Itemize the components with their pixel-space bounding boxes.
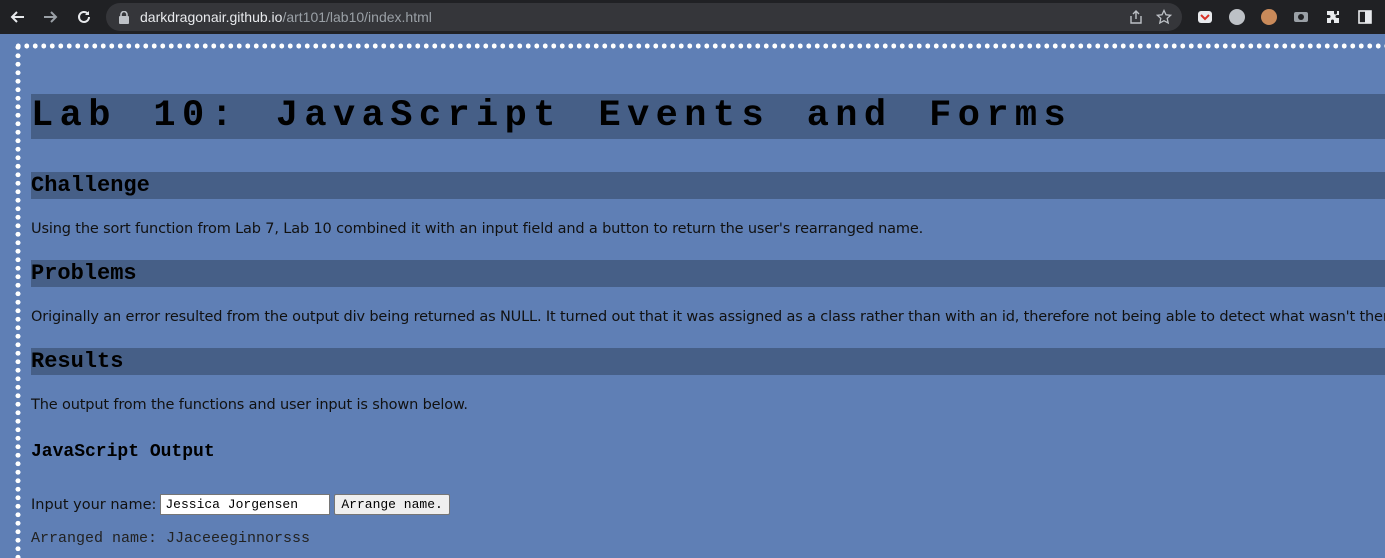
lock-icon[interactable] xyxy=(118,10,130,24)
share-icon[interactable] xyxy=(1126,7,1146,27)
back-icon[interactable] xyxy=(4,3,32,31)
url-host: darkdragonair.github.io xyxy=(140,9,283,25)
heading-bar-results xyxy=(31,348,1385,375)
arrange-name-button[interactable]: Arrange name. xyxy=(334,494,450,515)
results-text: The output from the functions and user i… xyxy=(31,397,468,413)
url-text[interactable]: darkdragonair.github.io/art101/lab10/ind… xyxy=(140,9,432,25)
url-path: /art101/lab10/index.html xyxy=(282,9,432,25)
camera-extension-icon[interactable] xyxy=(1288,3,1314,31)
name-label: Input your name: xyxy=(31,496,157,513)
reload-icon[interactable] xyxy=(70,3,98,31)
extensions-icon[interactable] xyxy=(1320,3,1346,31)
side-panel-icon[interactable] xyxy=(1352,3,1378,31)
extensions-bar xyxy=(1192,3,1378,31)
dotted-border-left xyxy=(15,43,21,558)
browser-toolbar: darkdragonair.github.io/art101/lab10/ind… xyxy=(0,0,1385,34)
heading-bar-problems xyxy=(31,260,1385,287)
output-heading: JavaScript Output xyxy=(31,442,215,462)
heading-problems: Problems xyxy=(31,261,137,286)
discord-extension-icon[interactable] xyxy=(1224,3,1250,31)
challenge-text: Using the sort function from Lab 7, Lab … xyxy=(31,221,924,237)
heading-bar-challenge xyxy=(31,172,1385,199)
page-body: Lab 10: JavaScript Events and Forms Chal… xyxy=(0,34,1385,558)
forward-icon[interactable] xyxy=(36,3,64,31)
arranged-name-output: Arranged name: JJaceeeginnorsss xyxy=(31,530,311,547)
pocket-extension-icon[interactable] xyxy=(1192,3,1218,31)
address-bar[interactable]: darkdragonair.github.io/art101/lab10/ind… xyxy=(106,3,1182,31)
dotted-border-top xyxy=(14,43,1385,49)
star-icon[interactable] xyxy=(1154,7,1174,27)
avatar-extension-icon[interactable] xyxy=(1256,3,1282,31)
problems-text: Originally an error resulted from the ou… xyxy=(31,309,1385,325)
page-title: Lab 10: JavaScript Events and Forms xyxy=(31,95,1073,137)
heading-results: Results xyxy=(31,349,124,374)
name-form: Input your name: Arrange name. xyxy=(31,494,450,515)
name-input[interactable] xyxy=(160,494,331,515)
heading-challenge: Challenge xyxy=(31,173,150,198)
